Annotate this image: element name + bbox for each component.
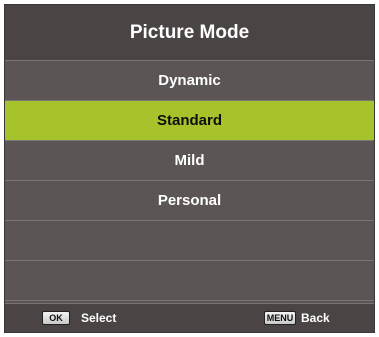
menu-item-dynamic[interactable]: Dynamic (5, 61, 374, 101)
menu-item-empty (5, 261, 374, 301)
menu-title: Picture Mode (129, 21, 250, 43)
back-hint-label: Back (301, 311, 330, 325)
picture-mode-menu: Picture Mode Dynamic Standard Mild Perso… (4, 4, 375, 333)
menu-list: Dynamic Standard Mild Personal (5, 61, 374, 301)
menu-item-standard[interactable]: Standard (5, 101, 374, 141)
menu-item-empty (5, 221, 374, 261)
menu-item-mild[interactable]: Mild (5, 141, 374, 181)
select-hint-label: Select (81, 311, 117, 325)
ok-key-icon[interactable]: OK (42, 311, 70, 325)
menu-item-personal[interactable]: Personal (5, 181, 374, 221)
menu-header: Picture Mode (5, 5, 374, 61)
menu-footer: OK Select MENU Back (5, 303, 374, 332)
menu-key-icon[interactable]: MENU (264, 311, 296, 325)
